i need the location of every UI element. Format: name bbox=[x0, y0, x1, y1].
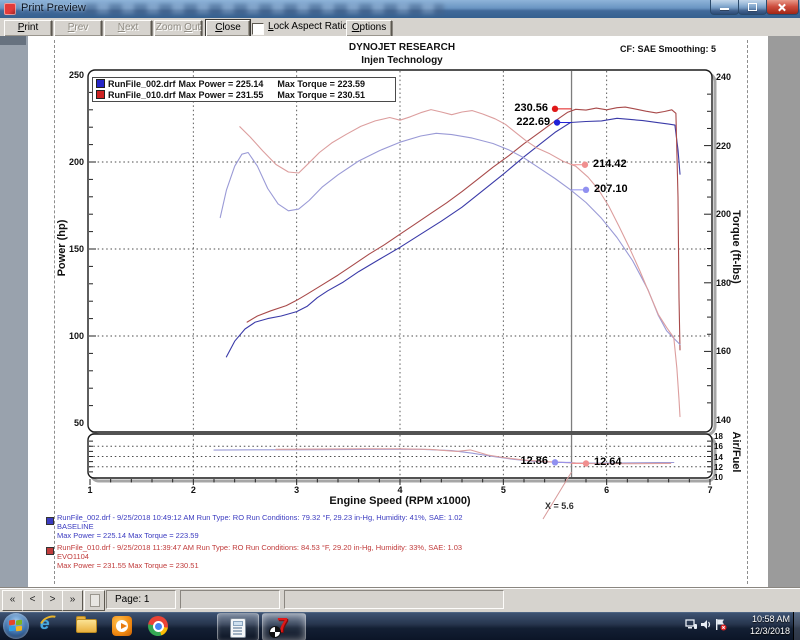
run-swatch-blue bbox=[46, 517, 54, 525]
legend-row: RunFile_002.drf Max Power = 225.14 Max T… bbox=[93, 78, 395, 89]
document-icon bbox=[90, 594, 100, 607]
legend-max-torque: Max Torque = 230.51 bbox=[277, 90, 365, 100]
clock-date: 12/3/2018 bbox=[726, 625, 790, 637]
legend-swatch-red bbox=[96, 90, 105, 99]
screen: Print Preview Print Prev Next Zoom Out C… bbox=[0, 0, 800, 640]
calculator-icon bbox=[230, 618, 246, 638]
run-swatch-red bbox=[46, 547, 54, 555]
legend-swatch-blue bbox=[96, 79, 105, 88]
legend-max-torque: Max Torque = 223.59 bbox=[277, 79, 365, 89]
legend-file: RunFile_002.drf bbox=[108, 79, 176, 89]
legend-max-power: Max Power = 231.55 bbox=[179, 90, 264, 100]
report-subtitle: Injen Technology bbox=[302, 55, 502, 66]
start-button[interactable] bbox=[3, 613, 29, 639]
clock-time: 10:58 AM bbox=[726, 613, 790, 625]
torque-axis-title: Torque (ft-lbs) bbox=[730, 187, 742, 307]
taskbar-calculator[interactable] bbox=[217, 613, 259, 640]
run-info-line: RunFile_002.drf - 9/25/2018 10:49:12 AM … bbox=[57, 513, 463, 522]
report-company: DYNOJET RESEARCH bbox=[302, 42, 502, 53]
next-page-button[interactable]: > bbox=[42, 590, 63, 611]
cursor-x-readout: X = 5.6 bbox=[545, 501, 574, 511]
last-page-button[interactable]: » bbox=[62, 590, 83, 611]
prev-page-button[interactable]: < bbox=[22, 590, 43, 611]
ball-icon bbox=[269, 626, 281, 638]
power-axis-title: Power (hp) bbox=[56, 188, 68, 308]
legend-file: RunFile_010.drf bbox=[108, 90, 176, 100]
play-icon bbox=[121, 623, 127, 629]
chart-legend: RunFile_002.drf Max Power = 225.14 Max T… bbox=[92, 77, 396, 102]
speaker-icon[interactable] bbox=[700, 618, 713, 631]
taskbar-chrome[interactable] bbox=[148, 616, 168, 636]
run-max-values: Max Power = 231.55 Max Torque = 230.51 bbox=[57, 561, 199, 570]
first-page-button[interactable]: « bbox=[2, 590, 23, 611]
correction-factor-label: CF: SAE Smoothing: 5 bbox=[560, 44, 716, 54]
taskbar-file-explorer[interactable] bbox=[76, 616, 96, 634]
show-desktop-button[interactable] bbox=[793, 612, 800, 640]
legend-max-power: Max Power = 225.14 bbox=[179, 79, 264, 89]
page-number-panel: Page: 1 bbox=[106, 590, 176, 609]
legend-row: RunFile_010.drf Max Power = 231.55 Max T… bbox=[93, 89, 395, 100]
taskbar-dynojet-winpep[interactable]: 7 bbox=[262, 613, 306, 640]
run-name: EVO1104 bbox=[57, 552, 89, 561]
taskbar-media-player[interactable] bbox=[112, 616, 132, 636]
network-icon[interactable] bbox=[685, 618, 698, 631]
x-axis-title: Engine Speed (RPM x1000) bbox=[300, 495, 500, 507]
run-name: BASELINE bbox=[57, 522, 94, 531]
page-setup-button[interactable] bbox=[84, 590, 105, 611]
taskbar-internet-explorer[interactable]: e bbox=[40, 614, 60, 636]
status-panel bbox=[180, 590, 280, 609]
run-info-line: RunFile_010.drf - 9/25/2018 11:39:47 AM … bbox=[57, 543, 462, 552]
windows-flag-icon bbox=[9, 620, 15, 626]
taskbar-clock[interactable]: 10:58 AM 12/3/2018 bbox=[726, 613, 790, 637]
run-max-values: Max Power = 225.14 Max Torque = 223.59 bbox=[57, 531, 199, 540]
airfuel-axis-title: Air/Fuel bbox=[730, 413, 742, 491]
status-panel bbox=[284, 590, 504, 609]
